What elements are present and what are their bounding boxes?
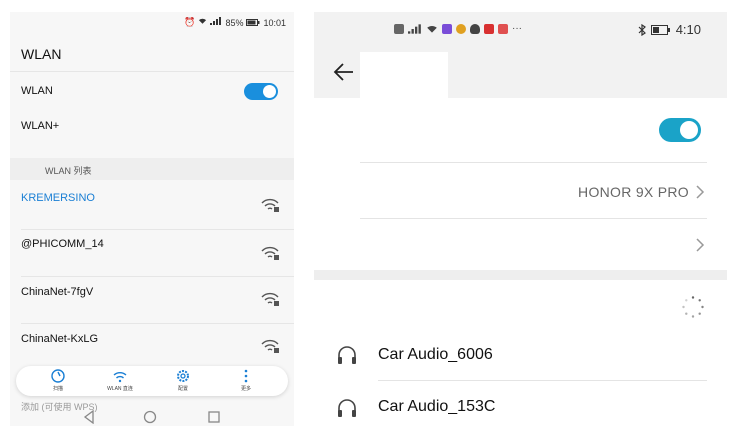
recents-nav-icon[interactable]	[207, 410, 221, 424]
bluetooth-icon	[638, 23, 646, 36]
divider	[378, 380, 707, 381]
app-notification-icon	[484, 23, 494, 34]
divider	[360, 218, 707, 219]
more-vertical-icon	[244, 369, 248, 383]
divider	[360, 162, 707, 163]
wifi-direct-label: WLAN 直连	[107, 386, 133, 392]
battery-icon	[246, 18, 260, 28]
wifi-signal-icon	[261, 246, 279, 260]
more-button[interactable]: 更多	[226, 368, 266, 392]
page-title: WLAN	[21, 46, 62, 62]
headphones-icon	[338, 399, 356, 417]
bluetooth-toggle[interactable]	[659, 118, 701, 142]
app-notification-icon	[498, 23, 508, 34]
divider	[10, 71, 294, 72]
device-item-car-audio-153c[interactable]: Car Audio_153C	[378, 398, 495, 416]
toggle-knob	[680, 121, 698, 139]
wifi-status-icon	[427, 25, 437, 33]
toggle-knob	[263, 85, 276, 98]
app-notification-icon	[456, 23, 466, 34]
status-time: 10:01	[263, 17, 286, 28]
wlan-settings-screen: ⏰ 85% 10:01 WLAN WLAN WLAN+ WLAN 列表 KREM…	[10, 12, 294, 426]
loading-spinner-icon	[682, 296, 704, 318]
notification-icon	[394, 23, 404, 34]
bottom-action-bar: 扫描 WLAN 直连 配置 更多	[16, 366, 288, 396]
back-nav-icon[interactable]	[82, 410, 96, 424]
scan-label: 扫描	[52, 386, 63, 392]
configure-label: 配置	[177, 386, 188, 392]
more-notifications-icon: ···	[512, 23, 522, 34]
divider	[21, 229, 294, 230]
chevron-right-icon	[696, 185, 705, 199]
network-item-kremersino[interactable]: KREMERSINO	[21, 192, 95, 204]
wifi-direct-icon	[113, 372, 127, 383]
status-time: 4:10	[675, 22, 701, 37]
chevron-right-icon[interactable]	[695, 237, 705, 253]
wifi-status-icon	[198, 17, 207, 28]
status-icons: ···	[394, 23, 522, 34]
device-name-value[interactable]: HONOR 9X PRO	[578, 184, 689, 200]
network-item-phicomm[interactable]: @PHICOMM_14	[21, 238, 104, 250]
headphones-icon	[338, 346, 356, 364]
battery-percent: 85%	[225, 17, 244, 28]
status-right: 4:10	[638, 22, 701, 37]
wifi-signal-icon	[261, 339, 279, 353]
bluetooth-settings-screen: ··· 4:10 HONOR 9X PRO Car Audio_6006 Car…	[314, 12, 727, 426]
title-area	[360, 52, 448, 98]
network-item-chinanet-7fgv[interactable]: ChinaNet-7fgV	[21, 286, 93, 298]
system-nav-bar	[10, 410, 294, 426]
wlan-plus-row[interactable]: WLAN+	[21, 120, 59, 132]
alarm-icon: ⏰	[184, 17, 196, 28]
status-bar: ⏰ 85% 10:01	[184, 17, 286, 28]
section-separator	[314, 270, 727, 280]
signal-icon	[210, 17, 222, 28]
app-notification-icon	[442, 23, 452, 34]
device-item-car-audio-6006[interactable]: Car Audio_6006	[378, 346, 493, 364]
wifi-direct-button[interactable]: WLAN 直连	[100, 368, 140, 392]
gear-icon	[177, 370, 189, 382]
battery-icon	[650, 24, 670, 35]
wifi-signal-icon	[261, 198, 279, 212]
wlan-list-label: WLAN 列表	[45, 166, 92, 176]
signal-icon	[408, 23, 421, 34]
wifi-signal-icon	[261, 292, 279, 306]
more-label: 更多	[240, 386, 251, 392]
configure-button[interactable]: 配置	[163, 368, 203, 392]
divider	[21, 323, 294, 324]
refresh-icon	[51, 369, 65, 383]
wlan-row-label: WLAN	[21, 85, 53, 97]
scan-button[interactable]: 扫描	[38, 368, 78, 392]
back-arrow-icon[interactable]	[332, 60, 356, 84]
home-nav-icon[interactable]	[143, 410, 157, 424]
divider	[21, 276, 294, 277]
shield-icon	[470, 23, 480, 34]
network-item-chinanet-kxlg[interactable]: ChinaNet-KxLG	[21, 333, 98, 345]
wlan-toggle[interactable]	[244, 83, 278, 100]
screenshot-root: ⏰ 85% 10:01 WLAN WLAN WLAN+ WLAN 列表 KREM…	[0, 0, 751, 426]
